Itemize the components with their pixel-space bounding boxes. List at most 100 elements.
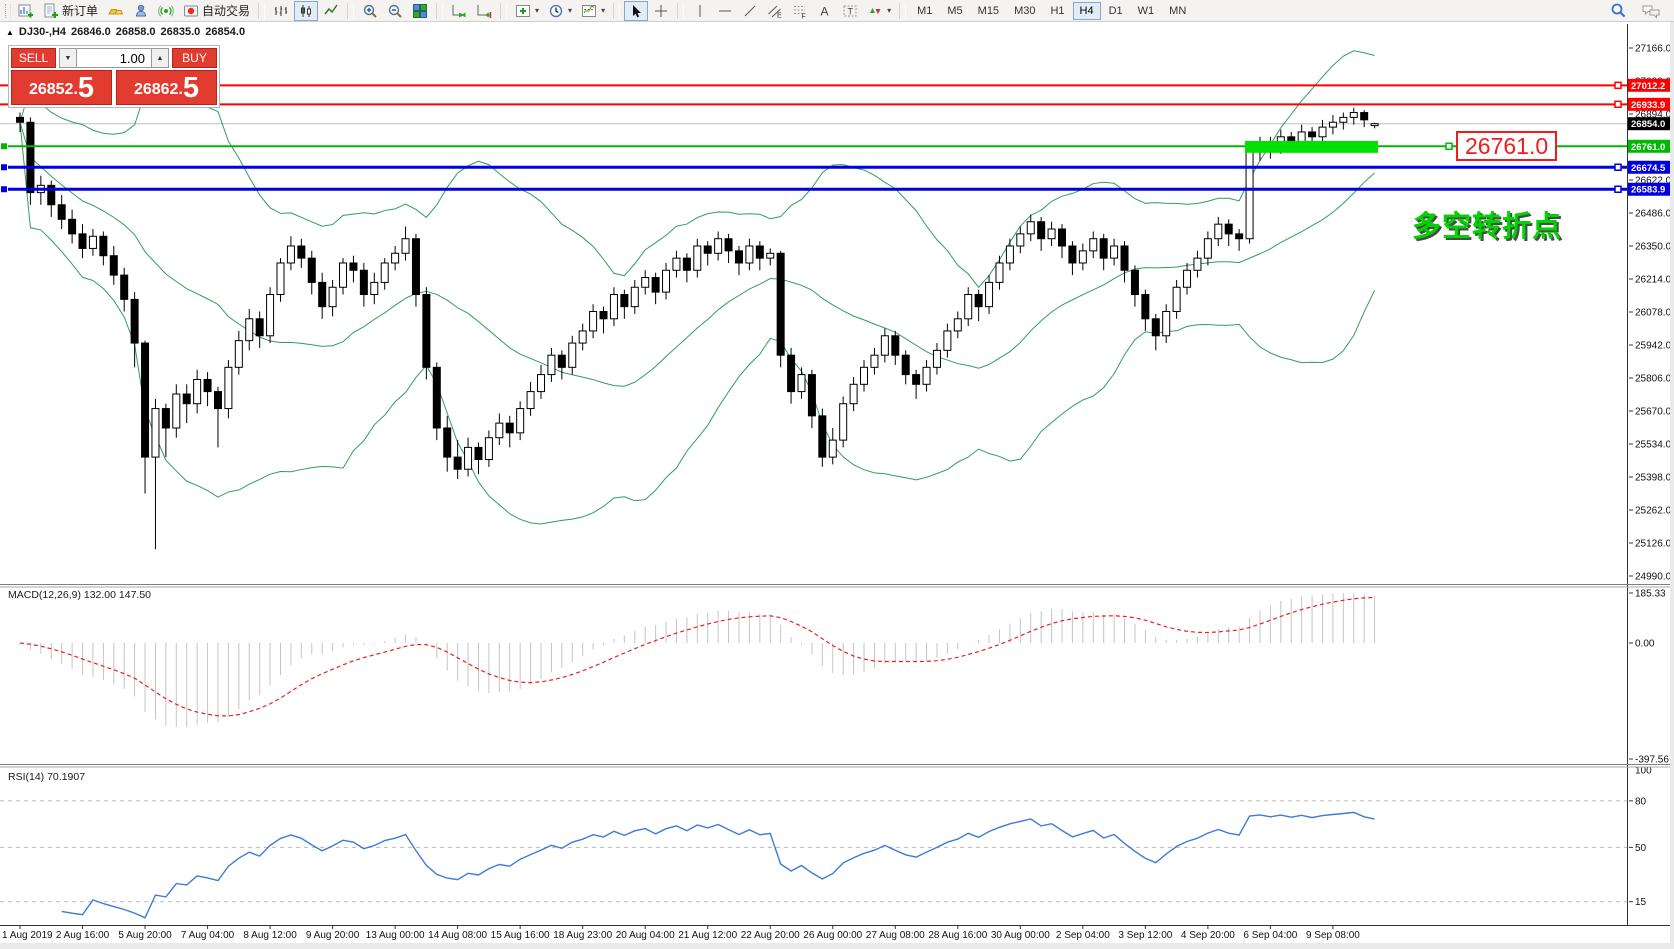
text-tool-button[interactable]: A xyxy=(813,1,837,21)
horizontal-line-tool-button[interactable] xyxy=(713,1,737,21)
candle-body xyxy=(652,278,659,293)
chat-button[interactable] xyxy=(1637,1,1665,21)
candle-body xyxy=(1173,287,1180,311)
market-watch-button[interactable] xyxy=(103,1,128,21)
caret-icon: ▾ xyxy=(535,6,539,15)
time-axis-label: 15 Aug 16:00 xyxy=(491,930,550,941)
timeframe-m5[interactable]: M5 xyxy=(940,2,969,20)
channel-icon: E xyxy=(767,3,783,19)
price-axis-label: 25806.0 xyxy=(1635,374,1672,385)
volume-up-button[interactable]: ▲ xyxy=(151,48,169,68)
zoom-in-button[interactable] xyxy=(358,1,382,21)
line-handle[interactable] xyxy=(1615,82,1621,88)
timeframe-w1[interactable]: W1 xyxy=(1131,2,1162,20)
candle-body xyxy=(173,394,180,428)
line-handle[interactable] xyxy=(1,143,8,150)
macd-axis-label: 0.00 xyxy=(1635,639,1655,650)
signals-button[interactable] xyxy=(154,1,178,21)
templates-button[interactable]: ▾ xyxy=(577,1,609,21)
chart-canvas[interactable]: 27166.027030.026894.026758.026622.026486… xyxy=(0,0,1674,949)
line-handle[interactable] xyxy=(1615,186,1621,192)
fibonacci-tool-button[interactable]: F xyxy=(788,1,812,21)
candle-body xyxy=(1059,229,1066,246)
candle-body xyxy=(1184,270,1191,287)
auto-scroll-button[interactable] xyxy=(447,1,471,21)
tile-windows-button[interactable] xyxy=(408,1,432,21)
rsi-label: RSI(14) 70.1907 xyxy=(8,771,85,783)
toolbar-grip[interactable] xyxy=(5,4,11,18)
zoom-out-button[interactable] xyxy=(383,1,407,21)
candle-body xyxy=(715,239,722,254)
volume-value[interactable]: 1.00 xyxy=(77,48,151,68)
timeframe-d1[interactable]: D1 xyxy=(1102,2,1130,20)
time-axis-label: 26 Aug 00:00 xyxy=(803,930,862,941)
equidistant-channel-tool-button[interactable]: E xyxy=(763,1,787,21)
candle-body xyxy=(444,428,451,457)
search-button[interactable] xyxy=(1606,1,1631,21)
vertical-line-tool-button[interactable] xyxy=(688,1,712,21)
buy-price-button[interactable]: 26862.5 xyxy=(116,70,217,105)
candle-body xyxy=(735,251,742,263)
text-icon: A xyxy=(817,3,833,19)
candle-body xyxy=(402,239,409,254)
profile-button[interactable] xyxy=(129,1,153,21)
candle-body xyxy=(569,343,576,367)
candle-body xyxy=(360,270,367,294)
sell-price-button[interactable]: 26852.5 xyxy=(11,70,112,105)
candle-body xyxy=(277,263,284,295)
line-handle[interactable] xyxy=(1615,164,1621,170)
crosshair-tool-button[interactable] xyxy=(649,1,673,21)
separator xyxy=(500,3,507,19)
candle-body xyxy=(1361,113,1368,120)
volume-down-button[interactable]: ▼ xyxy=(59,48,77,68)
new-chart-button[interactable] xyxy=(14,1,38,21)
timeframe-h4[interactable]: H4 xyxy=(1073,2,1101,20)
candle-body xyxy=(631,287,638,306)
price-note-label[interactable]: 26761.0 xyxy=(1456,131,1557,161)
timeframe-m30[interactable]: M30 xyxy=(1007,2,1042,20)
chart-shift-button[interactable] xyxy=(472,1,496,21)
candle-body xyxy=(600,312,607,319)
candle-body xyxy=(1215,224,1222,239)
highlight-rectangle-object[interactable] xyxy=(1245,141,1378,153)
timeframe-m15[interactable]: M15 xyxy=(971,2,1006,20)
horizontal-line-icon xyxy=(717,3,733,19)
candle-body xyxy=(902,355,909,374)
line-handle[interactable] xyxy=(1615,101,1621,107)
price-axis-label: 26350.0 xyxy=(1635,242,1672,253)
cursor-tool-button[interactable] xyxy=(624,1,648,21)
candle-body xyxy=(756,246,763,258)
line-handle[interactable] xyxy=(1446,143,1452,149)
indicators-button[interactable]: ▾ xyxy=(511,1,543,21)
candlestick-icon xyxy=(298,3,314,19)
autotrade-button[interactable]: 自动交易 xyxy=(179,1,254,21)
candle-body xyxy=(183,394,190,404)
candle-body xyxy=(110,256,117,275)
candle-body xyxy=(267,295,274,336)
collapse-icon[interactable]: ▲ xyxy=(6,28,14,37)
periods-button[interactable]: ▾ xyxy=(544,1,576,21)
trendline-tool-button[interactable] xyxy=(738,1,762,21)
line-handle[interactable] xyxy=(1,164,8,171)
new-order-button[interactable]: 新订单 xyxy=(39,1,102,21)
timeframe-mn[interactable]: MN xyxy=(1162,2,1193,20)
candle-body xyxy=(1152,319,1159,336)
arrows-tool-button[interactable]: ▾ xyxy=(863,1,895,21)
candlestick-chart-button[interactable] xyxy=(294,1,318,21)
timeframe-m1[interactable]: M1 xyxy=(910,2,939,20)
timeframe-h1[interactable]: H1 xyxy=(1043,2,1071,20)
autotrade-label: 自动交易 xyxy=(202,2,250,19)
sell-button[interactable]: SELL xyxy=(11,48,56,68)
terminal-window: 27166.027030.026894.026758.026622.026486… xyxy=(0,0,1674,949)
sell-price-frac: 5 xyxy=(78,75,94,101)
candle-body xyxy=(454,457,461,469)
turning-point-label[interactable]: 多空转折点 xyxy=(1412,203,1562,245)
line-handle[interactable] xyxy=(1,186,8,193)
buy-button[interactable]: BUY xyxy=(172,48,217,68)
time-axis-label: 21 Aug 12:00 xyxy=(678,930,737,941)
line-chart-button[interactable] xyxy=(319,1,343,21)
time-axis-label: 3 Sep 12:00 xyxy=(1118,930,1172,941)
candle-body xyxy=(162,409,169,428)
bar-chart-button[interactable] xyxy=(269,1,293,21)
text-label-tool-button[interactable]: T xyxy=(838,1,862,21)
